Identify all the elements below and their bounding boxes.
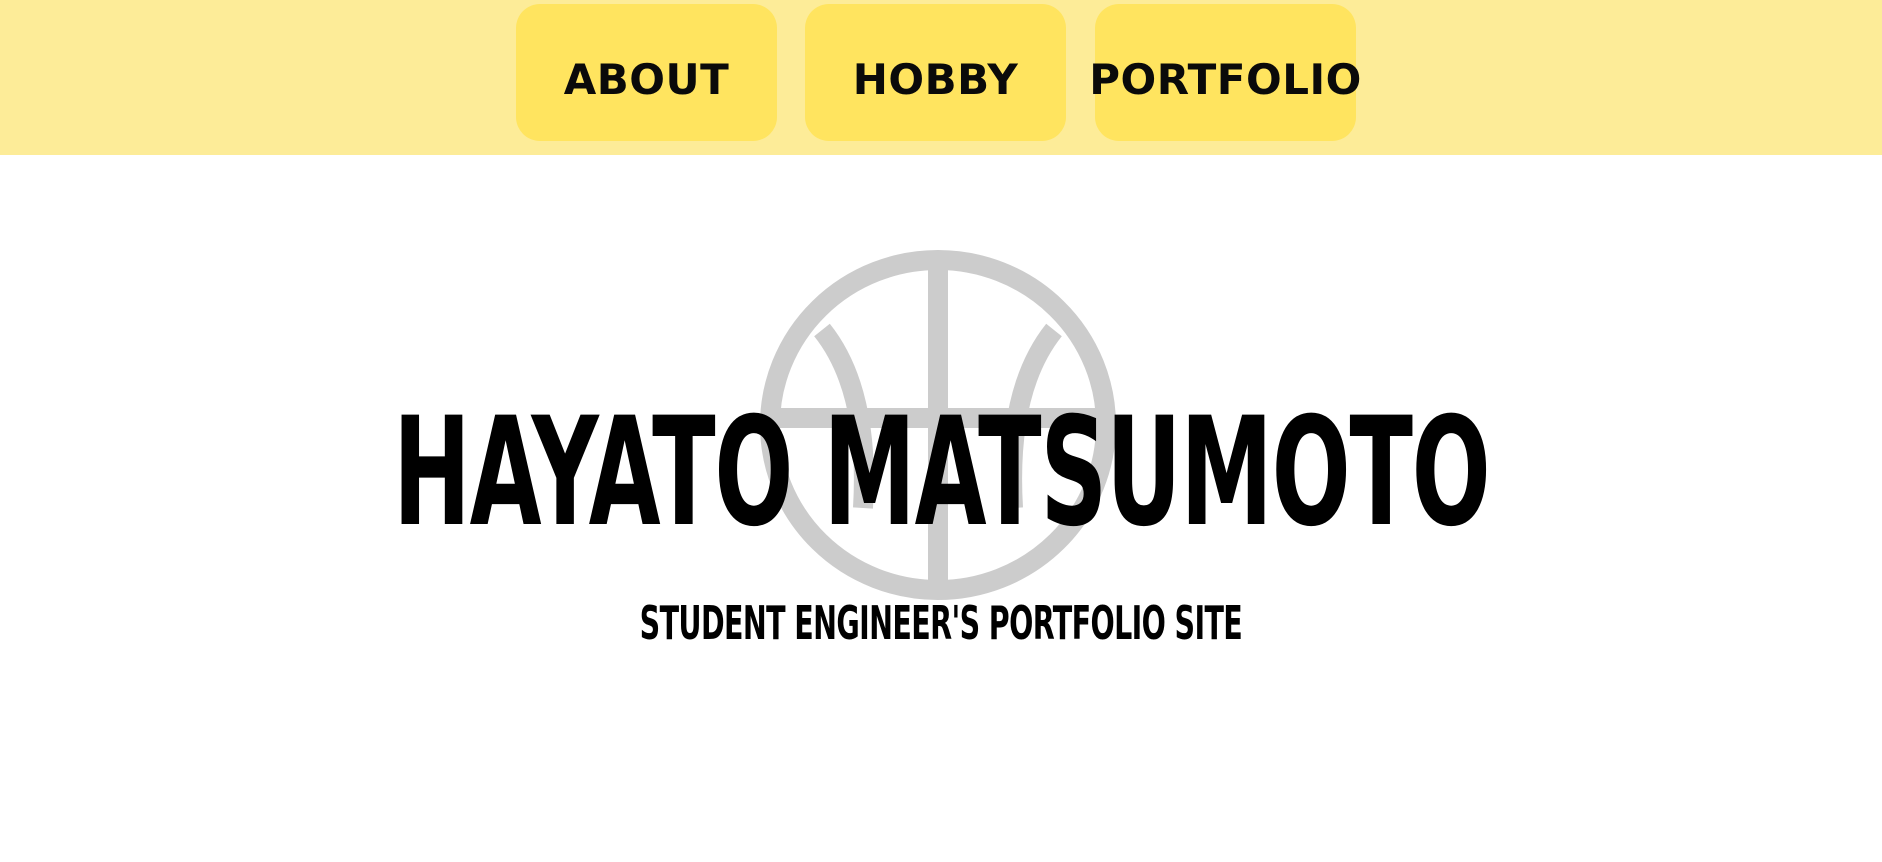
hero-subtitle-text: STUDENT ENGINEER'S PORTFOLIO SITE xyxy=(639,596,1243,650)
hero-subtitle: STUDENT ENGINEER'S PORTFOLIO SITE xyxy=(0,598,1882,648)
nav-hobby-label: HOBBY xyxy=(852,55,1019,104)
page: ABOUT HOBBY PORTFOLIO HAYATO MATSUMOTO S… xyxy=(0,0,1882,862)
nav-about-label: ABOUT xyxy=(563,55,730,104)
hero-title: HAYATO MATSUMOTO xyxy=(0,398,1882,548)
nav-hobby-button[interactable]: HOBBY xyxy=(805,4,1066,141)
nav-about-button[interactable]: ABOUT xyxy=(516,4,777,141)
nav-portfolio-button[interactable]: PORTFOLIO xyxy=(1089,4,1361,141)
nav-portfolio-label: PORTFOLIO xyxy=(1089,55,1362,104)
top-navbar: ABOUT HOBBY PORTFOLIO xyxy=(0,0,1882,155)
hero-title-text: HAYATO MATSUMOTO xyxy=(392,386,1491,560)
